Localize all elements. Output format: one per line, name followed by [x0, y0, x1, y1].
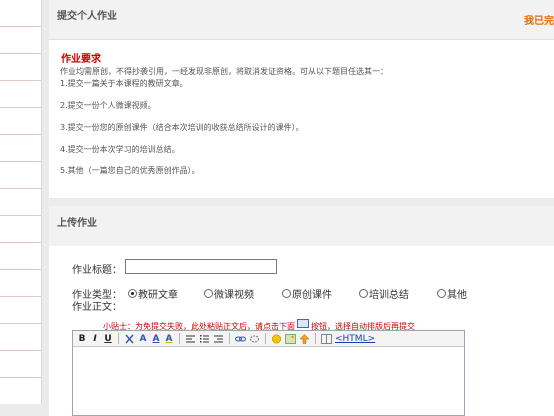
- sidebar-row[interactable]: [0, 81, 41, 108]
- type-radio-label: 其他: [447, 290, 467, 301]
- sidebar-row[interactable]: [0, 54, 41, 81]
- type-radio-video[interactable]: 微课视频: [204, 286, 254, 301]
- font-size-icon[interactable]: A: [138, 333, 148, 345]
- indent-icon[interactable]: [213, 334, 224, 344]
- upload-icon[interactable]: [299, 333, 310, 344]
- radio-unchecked-icon[interactable]: [282, 289, 291, 298]
- radio-unchecked-icon[interactable]: [204, 289, 213, 298]
- title-label: 作业标题：: [72, 265, 122, 276]
- sidebar-row[interactable]: [0, 27, 41, 54]
- cut-icon[interactable]: [124, 334, 135, 344]
- toolbar-divider: [265, 333, 266, 344]
- link-icon[interactable]: [235, 334, 246, 344]
- toolbar-divider: [118, 333, 119, 344]
- sidebar-row[interactable]: [0, 351, 41, 378]
- sidebar-row[interactable]: [0, 135, 41, 162]
- html-source-button[interactable]: <HTML>: [335, 333, 375, 345]
- title-input[interactable]: [125, 259, 277, 274]
- sidebar-row[interactable]: [0, 216, 41, 243]
- toolbar-divider: [315, 333, 316, 344]
- table-icon[interactable]: [321, 333, 332, 344]
- upload-panel-header: 上传作业: [49, 206, 554, 246]
- requirement-line: 4.提交一份本次学习的培训总结。: [60, 145, 180, 154]
- editor-toolbar: B I U A A A <HTML>: [73, 331, 464, 347]
- upload-panel: 上传作业 作业标题： 作业类型： 作业正文： 教研文章 微课视频 原创课件 培训…: [49, 206, 554, 416]
- sidebar-row[interactable]: [0, 324, 41, 351]
- emoticon-icon[interactable]: [271, 334, 282, 344]
- left-sidebar: [0, 0, 42, 404]
- rich-text-editor[interactable]: B I U A A A <HTML>: [72, 330, 465, 416]
- upload-panel-title: 上传作业: [57, 218, 97, 229]
- sidebar-row[interactable]: [0, 270, 41, 297]
- type-radio-other[interactable]: 其他: [437, 286, 467, 301]
- highlight-color-icon[interactable]: A: [164, 333, 174, 345]
- sidebar-row[interactable]: [0, 189, 41, 216]
- italic-button[interactable]: I: [90, 333, 100, 345]
- align-icon[interactable]: [185, 334, 196, 344]
- toolbar-divider: [179, 333, 180, 344]
- ordered-list-icon[interactable]: [199, 334, 210, 344]
- type-radio-article[interactable]: 教研文章: [128, 286, 178, 301]
- unlink-icon[interactable]: [249, 334, 260, 344]
- radio-unchecked-icon[interactable]: [437, 289, 446, 298]
- requirement-line: 3.提交一份您的原创课件（结合本次培训的收获总结所设计的课件）。: [60, 123, 304, 132]
- sidebar-row[interactable]: [0, 297, 41, 324]
- auto-format-icon: [297, 319, 309, 328]
- bold-button[interactable]: B: [77, 333, 87, 345]
- completed-link[interactable]: 我已完: [524, 12, 554, 27]
- assignment-panel-title: 提交个人作业: [57, 11, 117, 22]
- assignment-panel: 提交个人作业 我已完 作业要求 作业均需原创，不得抄袭引用，一经发现非原创，将取…: [49, 0, 554, 198]
- type-radio-courseware[interactable]: 原创课件: [282, 286, 332, 301]
- requirement-title: 作业要求: [61, 54, 101, 65]
- requirement-line: 作业均需原创，不得抄袭引用，一经发现非原创，将取消发证资格。可从以下题目任选其一…: [60, 67, 388, 76]
- font-color-icon[interactable]: A: [151, 333, 161, 345]
- sidebar-row[interactable]: [0, 243, 41, 270]
- sidebar-row[interactable]: [0, 108, 41, 135]
- radio-checked-icon[interactable]: [128, 289, 137, 298]
- assignment-panel-header: 提交个人作业 我已完: [49, 0, 554, 40]
- sidebar-row[interactable]: [0, 0, 41, 27]
- type-radio-label: 培训总结: [369, 290, 409, 301]
- type-radio-label: 教研文章: [138, 290, 178, 301]
- toolbar-divider: [229, 333, 230, 344]
- type-radio-summary[interactable]: 培训总结: [359, 286, 409, 301]
- content-label: 作业正文：: [72, 302, 122, 313]
- sidebar-row[interactable]: [0, 162, 41, 189]
- type-radio-label: 微课视频: [214, 290, 254, 301]
- radio-unchecked-icon[interactable]: [359, 289, 368, 298]
- image-icon[interactable]: [285, 333, 296, 344]
- requirement-line: 5.其他（一篇您自己的优秀原创作品）。: [60, 166, 200, 175]
- requirement-line: 1.提交一篇关于本课程的教研文章。: [60, 79, 188, 88]
- type-radio-label: 原创课件: [292, 290, 332, 301]
- requirement-line: 2.提交一份个人微课视频。: [60, 101, 156, 110]
- underline-button[interactable]: U: [103, 333, 113, 345]
